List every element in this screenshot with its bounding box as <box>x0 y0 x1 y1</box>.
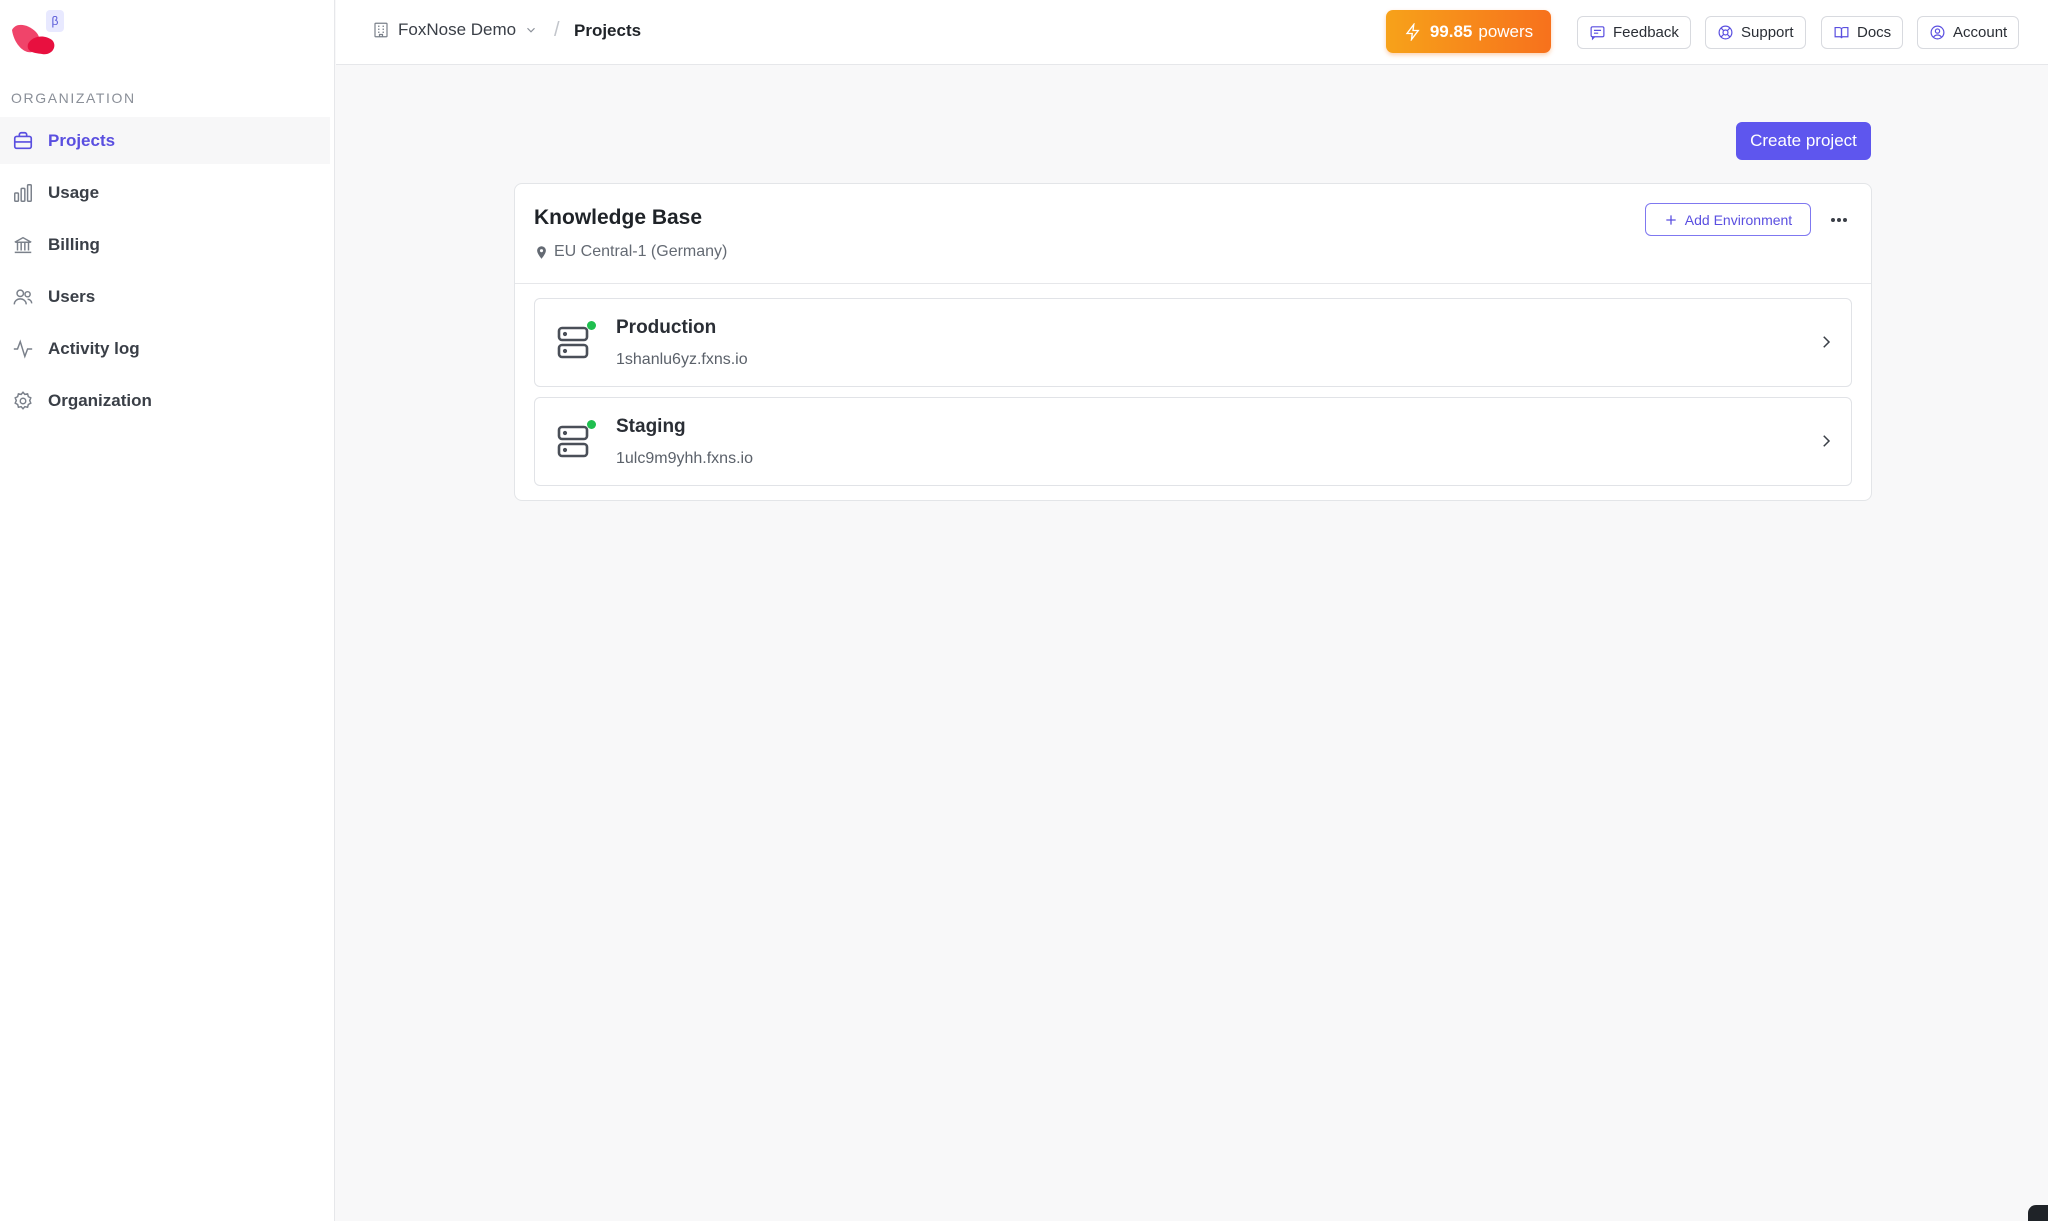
create-project-button[interactable]: Create project <box>1736 122 1871 160</box>
breadcrumb-separator: / <box>554 19 560 41</box>
lifebuoy-icon <box>1718 25 1733 40</box>
environment-row-staging[interactable]: Staging 1ulc9m9yhh.fxns.io <box>534 397 1852 486</box>
project-region: EU Central-1 (Germany) <box>534 243 727 261</box>
bank-icon <box>12 234 34 256</box>
account-button[interactable]: Account <box>1917 16 2020 49</box>
beta-badge: β <box>46 10 64 32</box>
feedback-button[interactable]: Feedback <box>1577 16 1691 49</box>
status-online-indicator <box>587 321 596 330</box>
chevron-down-icon <box>527 27 536 33</box>
account-label: Account <box>1953 24 2008 41</box>
support-button[interactable]: Support <box>1705 16 1806 49</box>
sidebar-item-projects[interactable]: Projects <box>0 117 330 164</box>
feedback-label: Feedback <box>1613 24 1679 41</box>
region-label: EU Central-1 (Germany) <box>554 243 728 260</box>
sidebar-item-users[interactable]: Users <box>0 273 330 320</box>
sidebar-item-label: Organization <box>48 390 152 410</box>
map-pin-icon <box>537 245 546 259</box>
docs-button[interactable]: Docs <box>1821 16 1904 49</box>
environment-host: 1shanlu6yz.fxns.io <box>616 351 748 368</box>
activity-icon <box>12 338 34 360</box>
section-label: ORGANIZATION <box>11 90 136 106</box>
add-environment-button[interactable]: Add Environment <box>1645 203 1811 236</box>
powers-unit: powers <box>1478 21 1534 41</box>
gear-icon <box>12 390 34 412</box>
environment-name: Staging <box>616 416 686 437</box>
sidebar-item-label: Billing <box>48 234 100 254</box>
sidebar-item-activity-log[interactable]: Activity log <box>0 325 330 372</box>
status-online-indicator <box>587 420 596 429</box>
sidebar-item-label: Usage <box>48 182 100 202</box>
top-bar: FoxNose Demo / Projects 99.85 powers Fee… <box>336 0 2048 65</box>
plus-icon <box>1666 214 1676 225</box>
environment-row-production[interactable]: Production 1shanlu6yz.fxns.io <box>534 298 1852 387</box>
chat-widget-launcher[interactable] <box>2028 1205 2048 1221</box>
sidebar-item-label: Activity log <box>48 338 140 358</box>
user-circle-icon <box>1930 25 1945 40</box>
org-name: FoxNose Demo <box>398 20 517 39</box>
powers-balance-button[interactable]: 99.85 powers <box>1386 10 1551 53</box>
docs-label: Docs <box>1857 24 1892 41</box>
project-card: Knowledge Base EU Central-1 (Germany) Ad… <box>514 183 1872 501</box>
chevron-right-icon <box>1823 336 1831 348</box>
sidebar-item-organization[interactable]: Organization <box>0 377 330 424</box>
sidebar-item-billing[interactable]: Billing <box>0 221 330 268</box>
divider <box>515 283 1871 284</box>
chevron-right-icon <box>1823 435 1831 447</box>
org-switcher[interactable]: FoxNose Demo <box>372 20 546 40</box>
environment-name: Production <box>616 317 717 338</box>
sidebar-nav: Projects Usage Billing Users Activity lo… <box>0 117 330 429</box>
message-icon <box>1590 26 1605 41</box>
environment-host: 1ulc9m9yhh.fxns.io <box>616 450 753 467</box>
sidebar-item-label: Users <box>48 286 96 306</box>
book-icon <box>1834 26 1849 39</box>
project-title: Knowledge Base <box>534 206 703 229</box>
briefcase-icon <box>12 130 34 152</box>
sidebar: β ORGANIZATION Projects Usage Billing Us… <box>0 0 335 1221</box>
breadcrumb-current: Projects <box>574 21 642 40</box>
lightning-icon <box>1405 22 1420 41</box>
users-icon <box>12 286 34 308</box>
sidebar-item-label: Projects <box>48 130 116 150</box>
sidebar-item-usage[interactable]: Usage <box>0 169 330 216</box>
add-environment-label: Add Environment <box>1684 211 1793 228</box>
building-icon <box>374 22 388 38</box>
bar-chart-icon <box>12 182 34 204</box>
more-options-icon[interactable] <box>1827 208 1851 232</box>
powers-value: 99.85 <box>1429 21 1473 41</box>
support-label: Support <box>1741 24 1794 41</box>
